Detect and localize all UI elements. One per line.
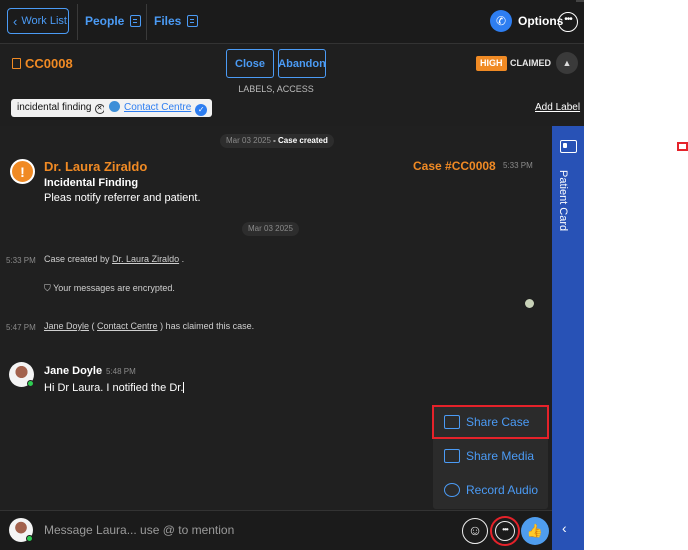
share-media-menu-item[interactable]: Share Media (433, 440, 548, 472)
more-dots-icon: ••• (495, 521, 515, 541)
people-label: People (85, 14, 125, 28)
close-case-button[interactable]: Close (226, 49, 274, 78)
alert-icon: ! (10, 159, 35, 184)
online-status-dot (27, 380, 34, 387)
message-time: 5:48 PM (106, 367, 136, 376)
access-tag-text: Contact Centre (124, 102, 192, 113)
window-edge (576, 0, 584, 2)
date-divider-event: - Case created (270, 136, 328, 145)
files-label: Files (154, 14, 182, 28)
more-actions-button[interactable]: ••• (490, 516, 520, 546)
avatar (9, 518, 33, 542)
chevron-up-icon[interactable]: ▲ (556, 52, 578, 74)
organization-link[interactable]: Contact Centre (97, 321, 158, 331)
verified-check-icon: ✓ (195, 104, 208, 116)
avatar[interactable] (9, 362, 34, 387)
share-icon (444, 415, 460, 429)
system-message: Jane Doyle ( Contact Centre ) has claime… (44, 321, 254, 331)
user-link[interactable]: Dr. Laura Ziraldo (112, 254, 179, 264)
add-label-link[interactable]: Add Label (535, 102, 580, 113)
record-audio-menu-item[interactable]: Record Audio (433, 474, 548, 506)
case-document-icon (12, 58, 21, 69)
top-nav: ‹ Work List People Files ✆ Options ••• (0, 0, 584, 44)
worklist-button[interactable]: ‹ Work List (7, 8, 69, 34)
case-body: Pleas notify referrer and patient. (44, 192, 201, 204)
chevron-left-icon: ‹ (13, 13, 18, 29)
case-header: CC0008 Close Abandon LABELS, ACCESS HIGH… (0, 44, 584, 126)
nav-divider (77, 4, 78, 40)
system-message-text: . (179, 254, 185, 264)
priority-badge: HIGH (476, 56, 507, 71)
abandon-case-button[interactable]: Abandon (278, 49, 326, 78)
case-id-text: CC0008 (25, 56, 73, 71)
label-tag[interactable]: incidental finding ✕ (11, 99, 111, 117)
access-tag[interactable]: Contact Centre ✓ (104, 99, 213, 117)
document-icon (187, 15, 199, 27)
message-time: 5:33 PM (503, 161, 533, 170)
menu-item-label: Record Audio (466, 483, 539, 497)
microphone-icon (444, 483, 460, 497)
organization-icon (109, 101, 120, 112)
app-window: ‹ Work List People Files ✆ Options ••• C… (0, 0, 584, 550)
more-options-icon[interactable]: ••• (558, 12, 578, 32)
image-icon (444, 449, 460, 463)
phone-icon[interactable]: ✆ (490, 10, 512, 32)
case-author: Dr. Laura Ziraldo (44, 159, 148, 174)
system-message-time: 5:47 PM (6, 323, 36, 332)
files-tab[interactable]: Files (154, 8, 199, 34)
menu-item-label: Share Media (466, 449, 535, 463)
nav-divider (146, 4, 147, 40)
online-status-dot (26, 535, 33, 542)
read-receipt-avatar (525, 299, 534, 308)
people-tab[interactable]: People (85, 8, 142, 34)
date-divider: Mar 03 2025 - Case created (220, 134, 334, 148)
date-divider-date: Mar 03 2025 (226, 136, 271, 145)
label-tag-text: incidental finding (17, 102, 92, 113)
message-author: Jane Doyle (44, 365, 103, 377)
message-input[interactable]: Message Laura... use @ to mention (44, 523, 234, 537)
share-case-menu-item[interactable]: Share Case (432, 405, 549, 439)
menu-item-label: Share Case (466, 415, 530, 429)
patient-card-label: Patient Card (557, 170, 569, 232)
attachment-menu: Share Case Share Media Record Audio (432, 405, 549, 509)
annotation-marker (677, 142, 688, 151)
chevron-left-icon[interactable]: ‹ (562, 520, 567, 536)
message-text: Hi Dr Laura. I notified the Dr. (44, 382, 185, 394)
patient-card-panel[interactable]: Patient Card ‹ (552, 126, 584, 550)
options-label[interactable]: Options (518, 14, 563, 28)
date-divider: Mar 03 2025 (242, 222, 299, 236)
message-composer: Message Laura... use @ to mention ☺ ••• … (0, 510, 552, 550)
case-id: CC0008 (12, 56, 73, 71)
emoji-icon[interactable]: ☺ (462, 518, 488, 544)
encryption-text: Your messages are encrypted. (53, 283, 175, 293)
system-message: Case created by Dr. Laura Ziraldo . (44, 254, 184, 264)
system-message-time: 5:33 PM (6, 256, 36, 265)
worklist-label: Work List (21, 15, 67, 27)
message-text-content: Hi Dr Laura. I notified the Dr. (44, 382, 184, 394)
case-number: Case #CC0008 (413, 159, 496, 173)
shield-icon: ⛉ (44, 283, 54, 293)
labels-access-caption: LABELS, ACCESS (238, 84, 314, 94)
status-badge: CLAIMED (510, 58, 551, 68)
system-message-text: ) has claimed this case. (157, 321, 255, 331)
case-title: Incidental Finding (44, 177, 139, 189)
contact-card-icon (130, 15, 142, 27)
user-link[interactable]: Jane Doyle (44, 321, 89, 331)
system-message-text: ( (89, 321, 98, 331)
id-card-icon (560, 140, 577, 153)
text-cursor (183, 382, 185, 393)
thumbs-up-icon[interactable]: 👍 (521, 517, 549, 545)
remove-tag-icon[interactable]: ✕ (94, 104, 105, 114)
encryption-notice: ⛉ Your messages are encrypted. (44, 283, 175, 294)
system-message-text: Case created by (44, 254, 113, 264)
